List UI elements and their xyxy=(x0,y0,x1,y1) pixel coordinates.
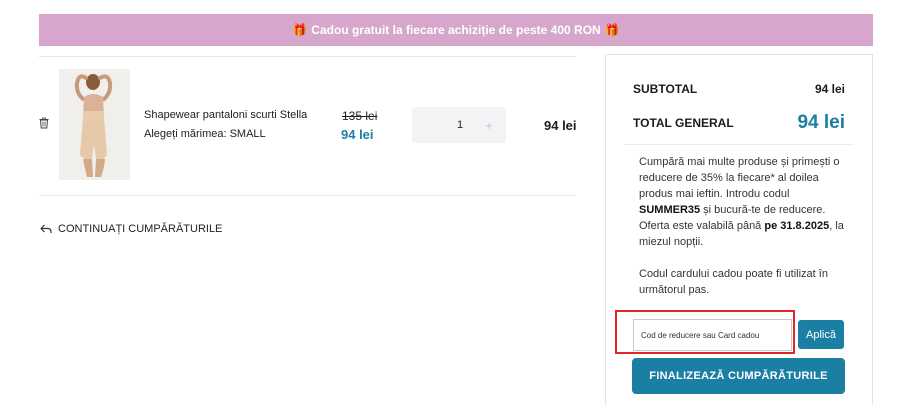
coupon-code-input[interactable] xyxy=(633,319,792,351)
gift-icon: 🎁 xyxy=(292,23,308,37)
old-price: 135 lei xyxy=(342,109,378,123)
quantity-stepper[interactable]: 1 + xyxy=(412,107,506,143)
product-size: Alegeți mărimea: SMALL xyxy=(144,128,266,140)
promo-banner-text: Cadou gratuit la fiecare achiziție de pe… xyxy=(311,23,601,37)
continue-shopping-label[interactable]: CONTINUAȚI CUMPĂRĂTURILE xyxy=(58,223,222,235)
quantity-value[interactable]: 1 xyxy=(440,119,472,131)
gift-icon: 🎁 xyxy=(604,23,620,37)
promo-text: Cumpără mai multe produse și primești o … xyxy=(639,154,849,298)
summary-divider xyxy=(624,144,854,145)
return-arrow-icon xyxy=(40,224,52,233)
giftcard-note: Codul cardului cadou poate fi utilizat î… xyxy=(639,268,828,296)
apply-coupon-button[interactable]: Aplică xyxy=(798,320,844,349)
line-total: 94 lei xyxy=(544,118,577,133)
cart-divider-bottom xyxy=(39,195,576,196)
promo-banner: 🎁 Cadou gratuit la fiecare achiziție de … xyxy=(39,14,873,46)
sale-price: 94 lei xyxy=(341,127,374,142)
product-image[interactable] xyxy=(59,69,130,180)
subtotal-row: SUBTOTAL 94 lei xyxy=(633,82,845,96)
subtotal-value: 94 lei xyxy=(814,82,845,96)
promo-code: SUMMER35 xyxy=(639,204,701,216)
promo-description: Cumpără mai multe produse și primești o … xyxy=(639,154,849,250)
subtotal-label: SUBTOTAL xyxy=(633,82,698,96)
cart-divider-top xyxy=(39,56,576,57)
grand-total-label: TOTAL GENERAL xyxy=(633,116,734,130)
promo-text-part: Cumpără mai multe produse și primești o … xyxy=(639,156,840,200)
promo-end-date: pe 31.8.2025 xyxy=(764,220,830,232)
checkout-button[interactable]: FINALIZEAZĂ CUMPĂRĂTURILE xyxy=(632,358,845,394)
quantity-increase-button[interactable]: + xyxy=(472,118,506,133)
grand-total-value: 94 lei xyxy=(797,112,845,133)
quantity-decrease-button[interactable] xyxy=(412,107,440,143)
product-name[interactable]: Shapewear pantaloni scurti Stella xyxy=(144,109,307,121)
grand-total-row: TOTAL GENERAL 94 lei xyxy=(633,112,845,134)
continue-shopping-link[interactable]: CONTINUAȚI CUMPĂRĂTURILE xyxy=(40,223,222,235)
trash-icon[interactable] xyxy=(38,117,50,129)
